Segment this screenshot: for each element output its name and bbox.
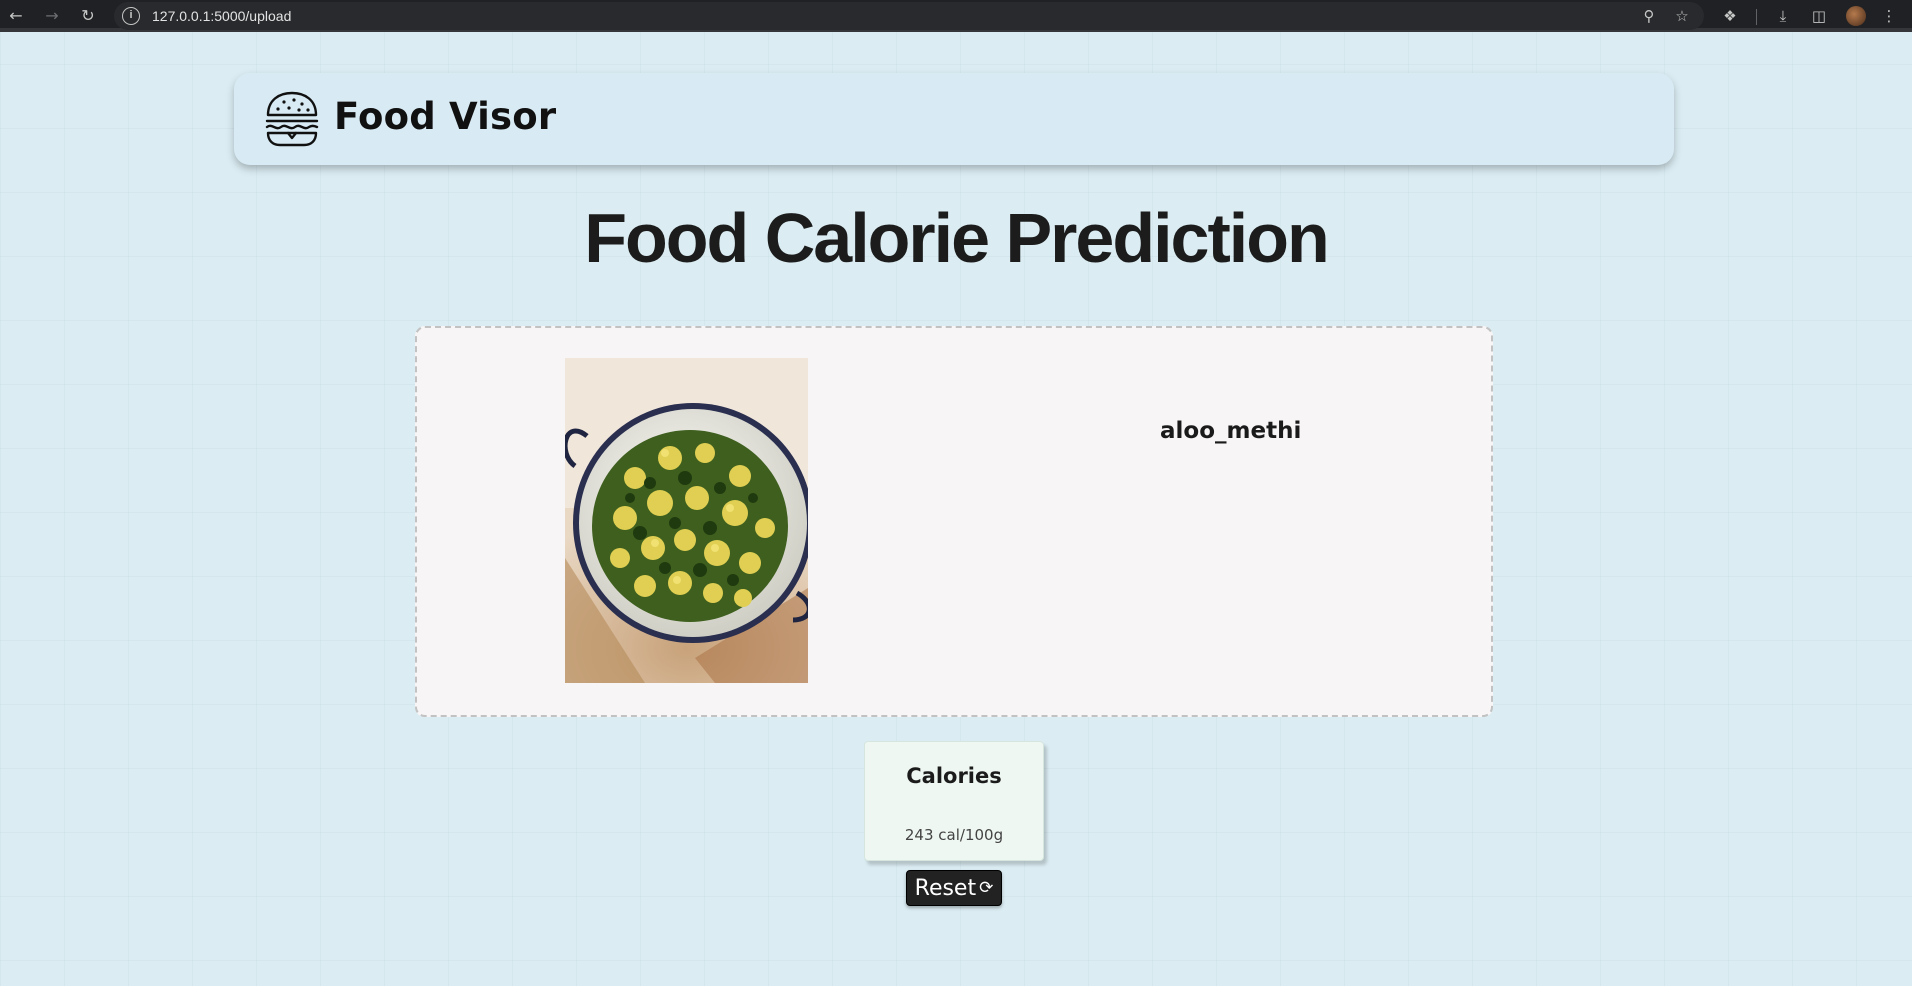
star-icon[interactable]: ☆ [1671, 5, 1693, 27]
calories-value: 243 cal/100g [904, 826, 1004, 844]
zoom-icon[interactable]: ⚲ [1638, 5, 1660, 27]
predicted-food-name: aloo_methi [1160, 418, 1302, 444]
reload-icon: ⟳ [979, 878, 994, 898]
uploaded-food-image [565, 358, 808, 683]
info-icon[interactable]: i [122, 7, 140, 25]
burger-icon [265, 91, 319, 147]
url-text[interactable]: 127.0.0.1:5000/upload [152, 8, 291, 24]
reset-button[interactable]: Reset ⟳ [906, 870, 1002, 906]
download-icon[interactable]: ⤓ [1771, 4, 1795, 28]
profile-avatar[interactable] [1846, 6, 1866, 26]
forward-arrow-icon[interactable]: → [40, 4, 64, 28]
browser-toolbar: ← → ↻ i 127.0.0.1:5000/upload ⚲ ☆ ❖ ⤓ ◫ … [0, 0, 1912, 32]
calories-card: Calories 243 cal/100g [864, 741, 1044, 861]
reload-icon[interactable]: ↻ [76, 4, 100, 28]
prediction-panel: aloo_methi [415, 326, 1493, 717]
address-bar[interactable]: i 127.0.0.1:5000/upload ⚲ ☆ [114, 2, 1704, 30]
page-title: Food Calorie Prediction [584, 199, 1330, 277]
toolbar-divider [1756, 9, 1757, 25]
back-arrow-icon[interactable]: ← [4, 4, 28, 28]
puzzle-icon[interactable]: ❖ [1718, 4, 1742, 28]
app-header: Food Visor [234, 73, 1674, 165]
kebab-menu-icon[interactable]: ⋮ [1877, 4, 1901, 28]
calories-title: Calories [906, 764, 1002, 788]
brand-name[interactable]: Food Visor [334, 95, 556, 138]
side-panel-icon[interactable]: ◫ [1807, 4, 1831, 28]
reset-label: Reset [914, 875, 977, 901]
